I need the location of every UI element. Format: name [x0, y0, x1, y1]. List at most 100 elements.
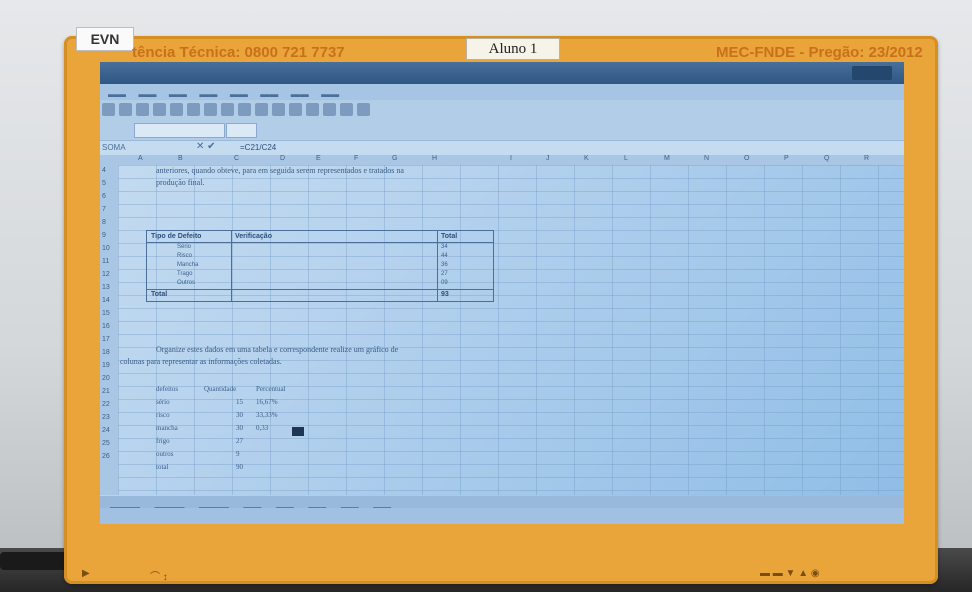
row-header[interactable]: 25: [102, 440, 110, 447]
column-header[interactable]: P: [784, 155, 789, 162]
toolbar-button[interactable]: [323, 103, 336, 116]
menu-item[interactable]: ▬▬: [199, 89, 217, 99]
toolbar-button[interactable]: [204, 103, 217, 116]
row-header[interactable]: 4: [102, 167, 106, 174]
column-header[interactable]: C: [234, 155, 239, 162]
summary-cell[interactable]: outros: [156, 450, 174, 458]
column-header[interactable]: A: [138, 155, 143, 162]
column-header[interactable]: L: [624, 155, 628, 162]
row-header[interactable]: 24: [102, 427, 110, 434]
toolbar-button[interactable]: [255, 103, 268, 116]
font-name-box[interactable]: [134, 123, 225, 138]
name-box[interactable]: SOMA: [102, 142, 188, 153]
menu-item[interactable]: ▬▬: [169, 89, 187, 99]
row-header[interactable]: 22: [102, 401, 110, 408]
column-header[interactable]: B: [178, 155, 183, 162]
support-phone-label: tência Técnica: 0800 721 7737: [132, 44, 345, 61]
summary-cell[interactable]: 16,67%: [256, 398, 278, 406]
table-total-label: Total: [151, 291, 168, 298]
row-header[interactable]: 21: [102, 388, 110, 395]
column-header[interactable]: I: [510, 155, 512, 162]
row-header[interactable]: 5: [102, 180, 106, 187]
summary-cell[interactable]: mancha: [156, 424, 178, 432]
row-header[interactable]: 16: [102, 323, 110, 330]
summary-cell[interactable]: frigo: [156, 437, 170, 445]
column-headers: A B C D E F G H I J K L M N O P Q R: [100, 155, 904, 165]
formula-buttons[interactable]: ✕ ✔: [196, 141, 216, 152]
toolbar-button[interactable]: [136, 103, 149, 116]
screen: ▬▬ ▬▬ ▬▬ ▬▬ ▬▬ ▬▬ ▬▬ ▬▬ SOMA ✕ ✔ =C21/C2…: [100, 62, 904, 524]
column-header[interactable]: H: [432, 155, 437, 162]
summary-cell[interactable]: 30: [236, 424, 243, 432]
formula-input[interactable]: =C21/C24: [240, 142, 276, 153]
toolbar-button[interactable]: [272, 103, 285, 116]
summary-cell[interactable]: 30: [236, 411, 243, 419]
row-header[interactable]: 20: [102, 375, 110, 382]
toolbar-button[interactable]: [357, 103, 370, 116]
row-header[interactable]: 26: [102, 453, 110, 460]
toolbar-button[interactable]: [289, 103, 302, 116]
table-cell: Trago: [177, 271, 193, 277]
summary-cell[interactable]: sério: [156, 398, 170, 406]
monitor-headphone-icon[interactable]: ⌒ ↕: [150, 568, 168, 583]
row-header[interactable]: 13: [102, 284, 110, 291]
column-header[interactable]: K: [584, 155, 589, 162]
summary-cell[interactable]: 27: [236, 437, 243, 445]
toolbar-button[interactable]: [221, 103, 234, 116]
summary-cell[interactable]: 9: [236, 450, 240, 458]
toolbar-button[interactable]: [340, 103, 353, 116]
column-header[interactable]: D: [280, 155, 285, 162]
column-header[interactable]: M: [664, 155, 670, 162]
row-header[interactable]: 11: [102, 258, 109, 265]
row-header[interactable]: 23: [102, 414, 110, 421]
summary-cell[interactable]: total: [156, 463, 168, 471]
row-header[interactable]: 10: [102, 245, 110, 252]
table-header: Total: [441, 233, 458, 240]
row-header[interactable]: 7: [102, 206, 106, 213]
column-header[interactable]: Q: [824, 155, 829, 162]
menu-item[interactable]: ▬▬: [108, 89, 126, 99]
row-header[interactable]: 17: [102, 336, 110, 343]
row-header[interactable]: 19: [102, 362, 110, 369]
summary-cell[interactable]: 33,33%: [256, 411, 278, 419]
toolbar-button[interactable]: [306, 103, 319, 116]
menu-item[interactable]: ▬▬: [230, 89, 248, 99]
summary-cell[interactable]: 90: [236, 463, 243, 471]
window-controls[interactable]: [852, 66, 892, 80]
font-size-box[interactable]: [226, 123, 257, 138]
paragraph-bottom-line-2: colunas para representar as informações …: [120, 357, 282, 366]
column-header[interactable]: N: [704, 155, 709, 162]
toolbar-button[interactable]: [187, 103, 200, 116]
row-header[interactable]: 14: [102, 297, 110, 304]
column-header[interactable]: F: [354, 155, 358, 162]
column-header[interactable]: R: [864, 155, 869, 162]
monitor-power-icon[interactable]: ▶: [82, 568, 90, 579]
row-header[interactable]: 18: [102, 349, 110, 356]
standard-toolbar: [100, 100, 904, 121]
summary-cell[interactable]: risco: [156, 411, 170, 419]
toolbar-button[interactable]: [102, 103, 115, 116]
menu-item[interactable]: ▬▬: [291, 89, 309, 99]
row-header[interactable]: 9: [102, 232, 106, 239]
toolbar-button[interactable]: [170, 103, 183, 116]
column-header[interactable]: E: [316, 155, 321, 162]
summary-cell[interactable]: 15: [236, 398, 243, 406]
row-header[interactable]: 8: [102, 219, 106, 226]
cell-grid[interactable]: [118, 165, 904, 495]
evn-label: EVN: [76, 27, 134, 51]
monitor-buttons[interactable]: ▬ ▬ ▼ ▲ ◉: [760, 568, 820, 579]
toolbar-button[interactable]: [153, 103, 166, 116]
menu-item[interactable]: ▬▬: [138, 89, 156, 99]
toolbar-button[interactable]: [119, 103, 132, 116]
row-header[interactable]: 6: [102, 193, 106, 200]
summary-cell[interactable]: 0,33: [256, 424, 268, 432]
menu-item[interactable]: ▬▬: [260, 89, 278, 99]
formula-bar: SOMA ✕ ✔ =C21/C24: [100, 141, 904, 156]
menu-item[interactable]: ▬▬: [321, 89, 339, 99]
toolbar-button[interactable]: [238, 103, 251, 116]
row-header[interactable]: 15: [102, 310, 110, 317]
column-header[interactable]: G: [392, 155, 397, 162]
row-header[interactable]: 12: [102, 271, 110, 278]
column-header[interactable]: J: [546, 155, 550, 162]
column-header[interactable]: O: [744, 155, 749, 162]
